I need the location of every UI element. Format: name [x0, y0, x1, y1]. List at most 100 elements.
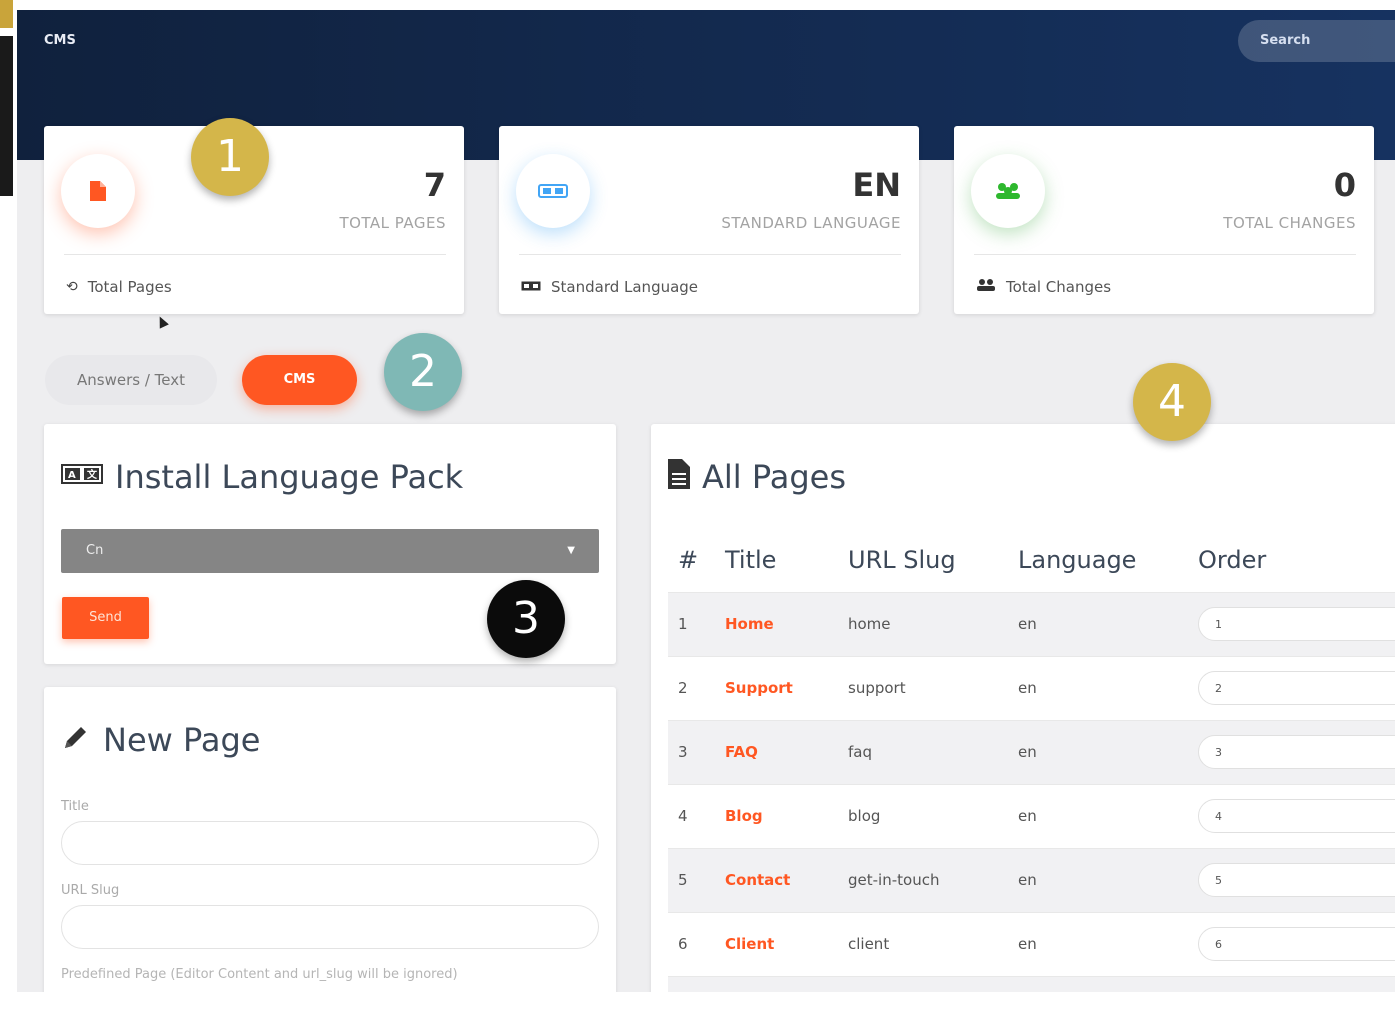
language-select[interactable]: Cn ▼	[61, 529, 599, 573]
stat-value: 7	[423, 166, 446, 204]
stat-label: TOTAL PAGES	[339, 214, 446, 232]
panel-title-text: Install Language Pack	[115, 458, 464, 496]
users-icon	[976, 278, 996, 296]
row-number: 1	[678, 615, 688, 633]
order-input[interactable]: 5	[1198, 863, 1395, 897]
column-header-order: Order	[1198, 546, 1267, 574]
order-input[interactable]: 2	[1198, 671, 1395, 705]
annotation-badge-1: 1	[191, 118, 269, 196]
annotation-badge-2: 2	[384, 333, 462, 411]
table-row: 3 FAQ faq en 3	[668, 720, 1395, 784]
page-language: en	[1018, 871, 1037, 889]
history-icon: ⟲	[66, 279, 78, 295]
card-footer-label: Total Changes	[1006, 278, 1112, 296]
predefined-page-hint: Predefined Page (Editor Content and url_…	[61, 967, 458, 982]
row-number: 6	[678, 935, 688, 953]
row-number: 3	[678, 743, 688, 761]
table-row: 2 Support support en 2	[668, 656, 1395, 720]
mouse-cursor-icon	[155, 314, 169, 329]
table-row: 6 Client client en 6	[668, 912, 1395, 976]
order-input[interactable]: 4	[1198, 799, 1395, 833]
panel-title-text: All Pages	[702, 458, 846, 496]
card-footer: ⟲ Total Pages	[66, 278, 172, 296]
send-button[interactable]: Send	[62, 597, 149, 639]
search-input[interactable]: Search	[1238, 20, 1395, 62]
page-title-link[interactable]: Blog	[725, 807, 763, 825]
card-divider	[64, 254, 446, 255]
annotation-badge-4: 4	[1133, 363, 1211, 441]
stat-label: TOTAL CHANGES	[1223, 214, 1356, 232]
page-slug: support	[848, 679, 906, 697]
column-header-language: Language	[1018, 546, 1137, 574]
card-footer: Total Changes	[976, 278, 1111, 296]
svg-text:A: A	[68, 470, 76, 481]
page-title-link[interactable]: Contact	[725, 871, 790, 889]
row-number: 2	[678, 679, 688, 697]
page-slug: client	[848, 935, 890, 953]
brand-label[interactable]: CMS	[44, 33, 76, 48]
column-header-url-slug: URL Slug	[848, 546, 956, 574]
panel-title: New Page	[61, 721, 260, 759]
edge-gold-block	[0, 0, 13, 28]
table-header: # Title URL Slug Language Order	[668, 534, 1395, 592]
stat-card-total-changes: 0 TOTAL CHANGES Total Changes	[954, 126, 1374, 314]
stat-value: 0	[1333, 166, 1356, 204]
svg-text:文: 文	[87, 468, 98, 481]
page-title-link[interactable]: Client	[725, 935, 774, 953]
panel-title: All Pages	[668, 458, 846, 496]
tab-cms[interactable]: CMS	[242, 355, 357, 405]
page-language: en	[1018, 615, 1037, 633]
card-footer: Standard Language	[521, 278, 698, 296]
edge-black-block	[0, 36, 13, 196]
page-slug: get-in-touch	[848, 871, 940, 889]
card-footer-label: Total Pages	[87, 278, 172, 296]
file-icon	[61, 154, 135, 228]
language-icon: A文	[61, 464, 103, 490]
stat-label: STANDARD LANGUAGE	[721, 214, 901, 232]
title-input[interactable]	[61, 821, 599, 865]
new-page-panel: New Page Title URL Slug Predefined Page …	[44, 687, 616, 992]
table-row: 4 Blog blog en 4	[668, 784, 1395, 848]
stat-value: EN	[852, 166, 901, 204]
language-icon	[516, 154, 590, 228]
page-language: en	[1018, 743, 1037, 761]
page-language: en	[1018, 679, 1037, 697]
row-number: 5	[678, 871, 688, 889]
annotation-badge-3: 3	[487, 580, 565, 658]
table-row: 1 Home home en 1	[668, 592, 1395, 656]
page-title-link[interactable]: FAQ	[725, 743, 758, 761]
order-input[interactable]: 1	[1198, 607, 1395, 641]
order-input[interactable]: 3	[1198, 735, 1395, 769]
file-icon	[668, 459, 690, 495]
title-field-label: Title	[61, 799, 89, 814]
url-slug-input[interactable]	[61, 905, 599, 949]
order-input[interactable]: 6	[1198, 927, 1395, 961]
panel-title-text: New Page	[103, 721, 261, 759]
column-header-number: #	[678, 546, 699, 574]
page-slug: faq	[848, 743, 872, 761]
pages-table: # Title URL Slug Language Order 1 Home h…	[668, 534, 1395, 992]
table-row	[668, 976, 1395, 992]
caret-down-icon: ▼	[567, 545, 575, 556]
all-pages-panel: All Pages # Title URL Slug Language Orde…	[651, 424, 1395, 992]
row-number: 4	[678, 807, 688, 825]
card-divider	[519, 254, 901, 255]
page-title-link[interactable]: Support	[725, 679, 793, 697]
url-slug-field-label: URL Slug	[61, 883, 120, 898]
page-language: en	[1018, 807, 1037, 825]
page-slug: home	[848, 615, 891, 633]
card-footer-label: Standard Language	[551, 278, 699, 296]
users-icon	[971, 154, 1045, 228]
page-language: en	[1018, 935, 1037, 953]
card-divider	[974, 254, 1356, 255]
language-icon	[521, 279, 541, 295]
tab-answers-text[interactable]: Answers / Text	[45, 355, 217, 405]
pencil-icon	[61, 722, 91, 758]
page-title-link[interactable]: Home	[725, 615, 774, 633]
language-select-value: Cn	[86, 543, 104, 558]
panel-title: A文 Install Language Pack	[61, 458, 463, 496]
column-header-title: Title	[725, 546, 777, 574]
left-edge-strip	[0, 0, 14, 1029]
page-slug: blog	[848, 807, 881, 825]
table-row: 5 Contact get-in-touch en 5	[668, 848, 1395, 912]
